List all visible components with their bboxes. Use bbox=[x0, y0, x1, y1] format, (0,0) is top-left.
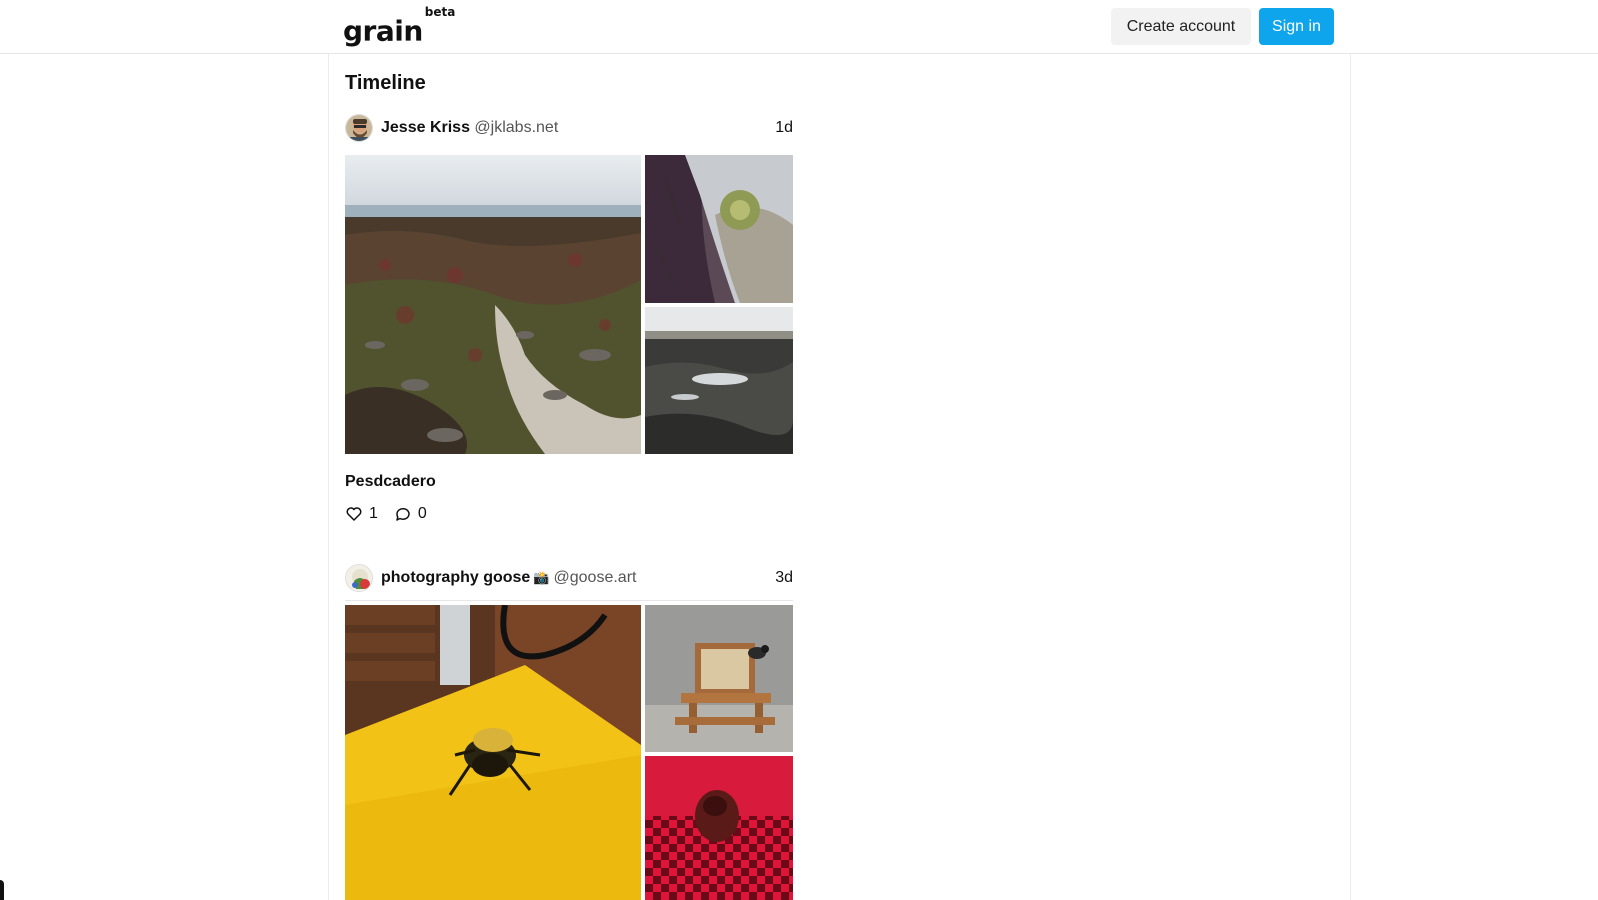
sign-in-button[interactable]: Sign in bbox=[1259, 8, 1334, 45]
author-handle[interactable]: @goose.art bbox=[554, 569, 637, 586]
window-corner bbox=[0, 880, 4, 900]
post-time[interactable]: 1d bbox=[775, 119, 793, 137]
comment-button[interactable]: 0 bbox=[394, 505, 427, 523]
gallery-photo-3[interactable] bbox=[645, 307, 793, 454]
gallery-photo-main[interactable] bbox=[345, 605, 641, 900]
author-name[interactable]: Jesse Kriss bbox=[381, 119, 470, 136]
heart-icon bbox=[346, 507, 362, 521]
avatar[interactable] bbox=[345, 114, 373, 142]
author-handle[interactable]: @jklabs.net bbox=[474, 119, 558, 136]
gallery-photo-3[interactable] bbox=[645, 756, 793, 900]
page-title: Timeline bbox=[345, 72, 426, 94]
gallery-photo-main[interactable] bbox=[345, 155, 641, 454]
like-button[interactable]: 1 bbox=[345, 505, 378, 523]
post-author[interactable]: photography goose 📸 @goose.art bbox=[381, 569, 636, 587]
create-account-button[interactable]: Create account bbox=[1111, 8, 1251, 45]
beta-badge: beta bbox=[424, 5, 456, 19]
timeline-post: photography goose 📸 @goose.art 3d bbox=[345, 564, 793, 900]
logo-text: grain bbox=[343, 14, 423, 48]
gallery-photo-2[interactable] bbox=[645, 155, 793, 303]
timeline-post: Jesse Kriss @jklabs.net 1d Pesdcadero 1 … bbox=[345, 114, 793, 604]
post-time[interactable]: 3d bbox=[775, 569, 793, 587]
comment-count: 0 bbox=[417, 505, 427, 522]
top-bar: grainbeta Create account Sign in bbox=[0, 0, 1598, 54]
avatar[interactable] bbox=[345, 564, 373, 592]
timeline-column: Timeline Jesse Kriss @jklabs.net 1d Pesd… bbox=[328, 54, 1351, 900]
grain-logo[interactable]: grainbeta bbox=[343, 5, 455, 48]
post-actions: 1 0 bbox=[345, 505, 443, 523]
photo-gallery[interactable] bbox=[345, 155, 793, 454]
post-author[interactable]: Jesse Kriss @jklabs.net bbox=[381, 119, 558, 137]
camera-emoji: 📸 bbox=[533, 570, 550, 585]
post-header: Jesse Kriss @jklabs.net 1d bbox=[345, 114, 793, 144]
post-title[interactable]: Pesdcadero bbox=[345, 473, 436, 491]
like-count: 1 bbox=[369, 505, 378, 522]
author-name[interactable]: photography goose bbox=[381, 569, 530, 586]
gallery-photo-2[interactable] bbox=[645, 605, 793, 752]
photo-gallery[interactable] bbox=[345, 605, 793, 900]
post-header: photography goose 📸 @goose.art 3d bbox=[345, 564, 793, 594]
comment-icon bbox=[396, 507, 410, 521]
